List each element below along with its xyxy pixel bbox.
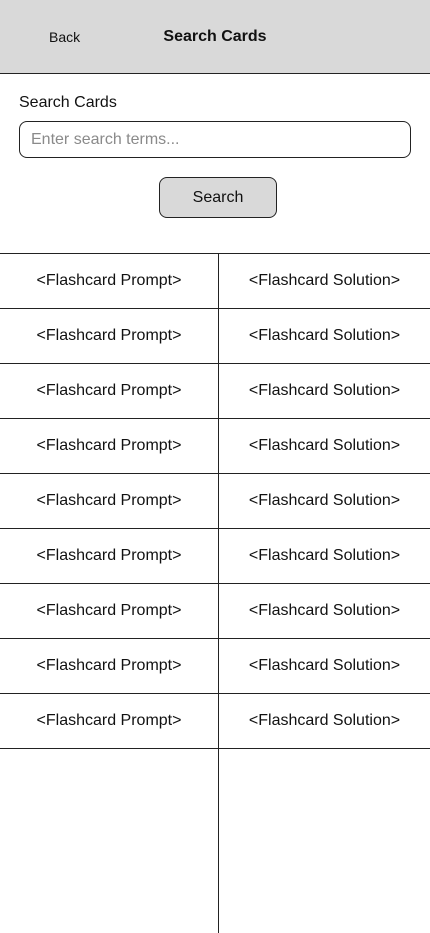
flashcard-solution-cell: <Flashcard Solution>	[248, 327, 401, 344]
header-bar: Back Search Cards	[0, 0, 430, 74]
flashcard-solution-cell: <Flashcard Solution>	[248, 602, 401, 619]
flashcard-prompt-cell: <Flashcard Prompt>	[36, 712, 182, 729]
search-button[interactable]: Search	[159, 177, 277, 218]
table-row[interactable]: <Flashcard Prompt> <Flashcard Solution>	[0, 309, 430, 364]
flashcard-prompt-cell: <Flashcard Prompt>	[36, 602, 182, 619]
results-table: <Flashcard Prompt> <Flashcard Solution> …	[0, 253, 430, 933]
flashcard-solution-cell: <Flashcard Solution>	[248, 657, 401, 674]
table-row[interactable]: <Flashcard Prompt> <Flashcard Solution>	[0, 639, 430, 694]
flashcard-solution-cell: <Flashcard Solution>	[248, 272, 401, 289]
flashcard-solution-cell: <Flashcard Solution>	[248, 382, 401, 399]
flashcard-solution-cell: <Flashcard Solution>	[248, 712, 401, 729]
page-title: Search Cards	[163, 28, 267, 45]
flashcard-prompt-cell: <Flashcard Prompt>	[36, 382, 182, 399]
flashcard-prompt-cell: <Flashcard Prompt>	[36, 547, 182, 564]
search-input[interactable]	[19, 121, 411, 158]
table-row[interactable]: <Flashcard Prompt> <Flashcard Solution>	[0, 529, 430, 584]
flashcard-prompt-cell: <Flashcard Prompt>	[36, 492, 182, 509]
table-row[interactable]: <Flashcard Prompt> <Flashcard Solution>	[0, 584, 430, 639]
flashcard-prompt-cell: <Flashcard Prompt>	[36, 437, 182, 454]
flashcard-prompt-cell: <Flashcard Prompt>	[36, 327, 182, 344]
flashcard-prompt-cell: <Flashcard Prompt>	[36, 272, 182, 289]
table-row[interactable]: <Flashcard Prompt> <Flashcard Solution>	[0, 694, 430, 749]
flashcard-solution-cell: <Flashcard Solution>	[248, 437, 401, 454]
flashcard-prompt-cell: <Flashcard Prompt>	[36, 657, 182, 674]
flashcard-solution-cell: <Flashcard Solution>	[248, 547, 401, 564]
table-row[interactable]: <Flashcard Prompt> <Flashcard Solution>	[0, 364, 430, 419]
table-row[interactable]: <Flashcard Prompt> <Flashcard Solution>	[0, 419, 430, 474]
search-label: Search Cards	[19, 94, 117, 111]
flashcard-solution-cell: <Flashcard Solution>	[248, 492, 401, 509]
table-row[interactable]: <Flashcard Prompt> <Flashcard Solution>	[0, 474, 430, 529]
table-row[interactable]: <Flashcard Prompt> <Flashcard Solution>	[0, 254, 430, 309]
